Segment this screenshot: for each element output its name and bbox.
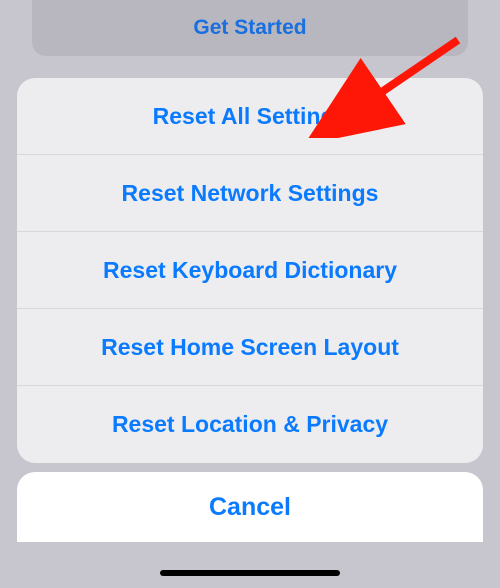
reset-location-privacy-button[interactable]: Reset Location & Privacy: [17, 386, 483, 463]
reset-keyboard-dictionary-button[interactable]: Reset Keyboard Dictionary: [17, 232, 483, 309]
menu-item-label: Reset Home Screen Layout: [101, 334, 399, 361]
menu-item-label: Reset All Settings: [153, 103, 348, 130]
reset-network-settings-button[interactable]: Reset Network Settings: [17, 155, 483, 232]
get-started-label: Get Started: [193, 16, 306, 40]
cancel-button[interactable]: Cancel: [17, 472, 483, 542]
home-indicator[interactable]: [160, 570, 340, 576]
reset-all-settings-button[interactable]: Reset All Settings: [17, 78, 483, 155]
action-sheet: Reset All Settings Reset Network Setting…: [17, 78, 483, 463]
menu-item-label: Reset Keyboard Dictionary: [103, 257, 397, 284]
menu-item-label: Reset Location & Privacy: [112, 411, 388, 438]
cancel-label: Cancel: [209, 493, 291, 522]
reset-home-screen-layout-button[interactable]: Reset Home Screen Layout: [17, 309, 483, 386]
get-started-button[interactable]: Get Started: [32, 0, 468, 56]
menu-item-label: Reset Network Settings: [122, 180, 379, 207]
